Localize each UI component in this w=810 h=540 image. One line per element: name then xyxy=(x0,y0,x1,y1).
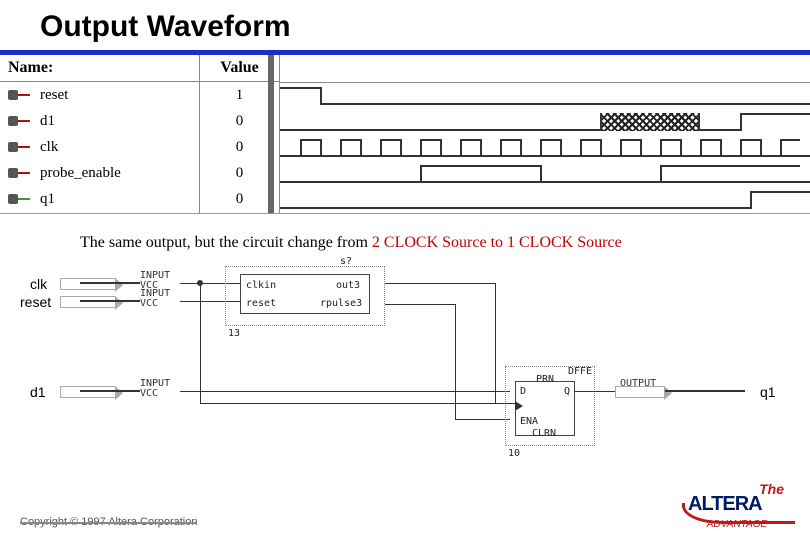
waveform-viewer: Name: reset d1 clk probe_enable q1 Value… xyxy=(0,55,810,214)
explanation-caption: The same output, but the circuit change … xyxy=(80,234,810,252)
signal-name: clk xyxy=(40,139,58,156)
dffe-clrn: CLRN xyxy=(532,428,556,439)
logo-the: The xyxy=(759,481,784,497)
value-header: Value xyxy=(200,55,279,82)
d1-input-pin xyxy=(60,384,150,398)
signal-row-reset: reset xyxy=(0,82,199,108)
signal-row-clk: clk xyxy=(0,134,199,160)
input-pin-icon xyxy=(8,167,32,179)
input-tag: INPUT xyxy=(140,289,170,298)
altera-logo: The ALTERA ADVANTAGE xyxy=(682,485,792,530)
reset-label: reset xyxy=(20,294,51,310)
plot-track-reset xyxy=(280,83,810,109)
input-pin-icon xyxy=(8,141,32,153)
logo-brand: ALTERA xyxy=(688,493,762,516)
dffe-d: D xyxy=(520,386,526,397)
vcc-tag: VCC xyxy=(140,389,158,398)
input-pin-icon xyxy=(8,115,32,127)
input-tag: INPUT xyxy=(140,271,170,280)
input-tag: INPUT xyxy=(140,379,170,388)
port-clkin: clkin xyxy=(246,280,276,291)
q1-output-pin xyxy=(615,384,745,398)
clk-input-pin xyxy=(60,276,150,290)
signal-row-q1: q1 xyxy=(0,186,199,212)
dffe-prn: PRN xyxy=(536,374,554,385)
q1-label: q1 xyxy=(760,384,776,400)
dffe-id: 10 xyxy=(508,448,520,459)
name-header: Name: xyxy=(0,55,199,82)
clk-label: clk xyxy=(30,276,47,292)
vcc-tag: VCC xyxy=(140,299,158,308)
signal-row-d1: d1 xyxy=(0,108,199,134)
output-pin-icon xyxy=(8,193,32,205)
signal-value: 1 xyxy=(200,82,279,108)
port-rpulse3: rpulse3 xyxy=(320,298,362,309)
signal-row-probe-enable: probe_enable xyxy=(0,160,199,186)
waveform-name-column: Name: reset d1 clk probe_enable q1 xyxy=(0,55,200,213)
signal-value: 0 xyxy=(200,108,279,134)
counter-instance: s? xyxy=(340,256,352,267)
signal-value: 0 xyxy=(200,186,279,212)
reset-input-pin xyxy=(60,294,150,308)
slide-title-block: Output Waveform xyxy=(0,0,810,50)
port-reset: reset xyxy=(246,298,276,309)
schematic-diagram: clk INPUT VCC reset INPUT VCC s? clkin r… xyxy=(20,266,790,456)
signal-name: d1 xyxy=(40,113,55,130)
signal-name: reset xyxy=(40,87,68,104)
plot-track-clk xyxy=(280,135,810,161)
caption-plain: The same output, but the circuit change … xyxy=(80,234,372,251)
d1-label: d1 xyxy=(30,384,46,400)
plot-track-probe-enable xyxy=(280,161,810,187)
port-out3: out3 xyxy=(336,280,360,291)
plot-track-d1 xyxy=(280,109,810,135)
clock-edge-icon xyxy=(515,401,523,411)
signal-value: 0 xyxy=(200,134,279,160)
waveform-plot-area xyxy=(280,55,810,213)
caption-highlight: 2 CLOCK Source to 1 CLOCK Source xyxy=(372,234,622,251)
counter-id: 13 xyxy=(228,328,240,339)
signal-name: probe_enable xyxy=(40,165,121,182)
waveform-value-column: Value 1 0 0 0 0 xyxy=(200,55,280,213)
plot-header-spacer xyxy=(280,55,810,83)
copyright-text: Copyright © 1997 Altera Corporation xyxy=(20,516,197,528)
input-pin-icon xyxy=(8,89,32,101)
signal-name: q1 xyxy=(40,191,55,208)
dffe-q: Q xyxy=(564,386,570,397)
dffe-type: DFFE xyxy=(568,366,592,377)
dffe-ena: ENA xyxy=(520,416,538,427)
signal-value: 0 xyxy=(200,160,279,186)
plot-track-q1 xyxy=(280,187,810,213)
slide-title: Output Waveform xyxy=(40,10,810,44)
